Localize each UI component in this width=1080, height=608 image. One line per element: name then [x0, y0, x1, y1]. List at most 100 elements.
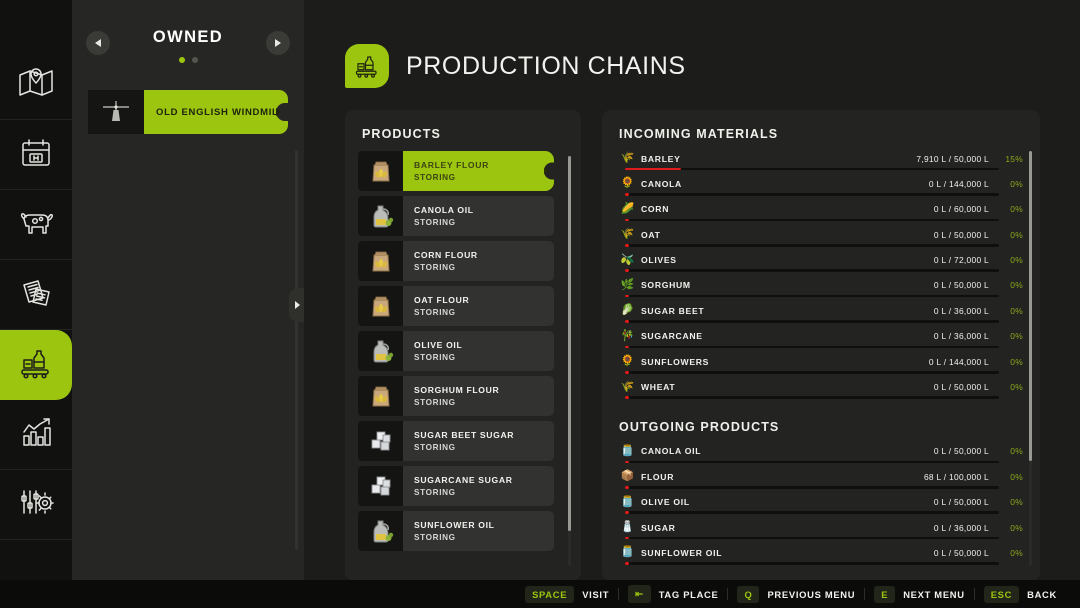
material-amount: 0 L / 72,000 L: [933, 255, 989, 266]
product-list-item[interactable]: CORN FLOUR STORING: [358, 241, 554, 281]
materials-scrollbar-thumb[interactable]: [1029, 151, 1032, 461]
action-hint[interactable]: ESC BACK: [975, 585, 1066, 603]
sidebar-item-statistics[interactable]: [0, 400, 72, 470]
materials-scrollbar[interactable]: [1029, 151, 1032, 566]
products-scrollbar-thumb[interactable]: [568, 156, 571, 531]
product-state: STORING: [414, 218, 456, 227]
product-state: STORING: [414, 353, 456, 362]
material-percent: 0%: [1010, 446, 1023, 457]
outgoing-title: OUTGOING PRODUCTS: [619, 419, 780, 434]
material-row[interactable]: 🌻 CANOLA 0 L / 144,000 L 0%: [619, 174, 1023, 199]
sidebar-item-animals[interactable]: [0, 190, 72, 260]
material-row[interactable]: 📦 FLOUR 68 L / 100,000 L 0%: [619, 467, 1023, 492]
material-progress-track: [625, 243, 999, 247]
material-row[interactable]: 🌾 OAT 0 L / 50,000 L 0%: [619, 225, 1023, 250]
material-progress-fill: [625, 536, 629, 540]
action-hint[interactable]: E NEXT MENU: [865, 585, 973, 603]
hint-key: E: [874, 585, 896, 603]
material-row[interactable]: 🌾 WHEAT 0 L / 50,000 L 0%: [619, 378, 1023, 403]
product-item-body: OLIVE OIL STORING: [403, 331, 554, 371]
product-list-item[interactable]: SUNFLOWER OIL STORING: [358, 511, 554, 551]
product-list-item[interactable]: SUGARCANE SUGAR STORING: [358, 466, 554, 506]
material-name: CANOLA: [641, 178, 682, 189]
product-list-item[interactable]: BARLEY FLOUR STORING: [358, 151, 554, 191]
owned-panel-expander[interactable]: [289, 288, 305, 322]
list-item[interactable]: OLD ENGLISH WINDMILL: [88, 90, 288, 134]
material-progress-fill: [625, 511, 629, 515]
action-hint[interactable]: ⇤ TAG PLACE: [619, 585, 727, 603]
material-row-top: 🫙 CANOLA OIL 0 L / 50,000 L 0%: [619, 442, 1023, 461]
product-list-item[interactable]: OLIVE OIL STORING: [358, 331, 554, 371]
barley-icon: 🌾: [620, 152, 635, 164]
material-amount: 0 L / 144,000 L: [928, 356, 989, 367]
material-name: BARLEY: [641, 153, 681, 164]
product-state: STORING: [414, 308, 456, 317]
materials-panel: INCOMING MATERIALS 🌾 BARLEY 7,910 L / 50,0…: [602, 110, 1040, 581]
sidebar-item-settings[interactable]: [0, 470, 72, 540]
sidebar-item-production[interactable]: [0, 330, 82, 400]
page-dot[interactable]: [178, 57, 185, 63]
page-dot[interactable]: [191, 57, 198, 63]
action-hint[interactable]: SPACE VISIT: [516, 585, 618, 603]
chevron-right-icon: [294, 301, 300, 309]
material-progress-fill: [625, 562, 629, 565]
material-row[interactable]: 🧂 SUGAR 0 L / 36,000 L 0%: [619, 518, 1023, 543]
material-progress-fill: [625, 396, 629, 399]
material-row-top: 🌽 CORN 0 L / 60,000 L 0%: [619, 200, 1023, 219]
sugarbeet-icon: 🥬: [620, 304, 635, 317]
product-list-item[interactable]: SORGHUM FLOUR STORING: [358, 376, 554, 416]
material-progress-track: [625, 511, 999, 515]
product-item-body: BARLEY FLOUR STORING: [403, 151, 554, 191]
owned-item-label: OLD ENGLISH WINDMILL: [156, 106, 286, 118]
action-bar: SPACE VISIT ⇤ TAG PLACE Q PREVIOUS MENU E NEXT …: [0, 580, 1080, 608]
material-progress-track: [625, 370, 999, 374]
material-row[interactable]: 🌾 BARLEY 7,910 L / 50,000 L 15%: [619, 149, 1023, 174]
product-list-item[interactable]: CANOLA OIL STORING: [358, 196, 554, 236]
sidebar-item-map[interactable]: [0, 50, 72, 120]
material-row[interactable]: 🌿 SORGHUM 0 L / 50,000 L 0%: [619, 276, 1023, 301]
material-name: OLIVES: [641, 255, 677, 266]
hint-key: ESC: [983, 585, 1020, 603]
hint-key: SPACE: [525, 585, 575, 603]
material-row[interactable]: 🫙 OLIVE OIL 0 L / 50,000 L 0%: [619, 493, 1023, 518]
material-row-top: 🌻 CANOLA 0 L / 144,000 L 0%: [619, 174, 1023, 193]
olives-icon: 🫒: [620, 253, 635, 266]
hint-key: Q: [737, 585, 760, 603]
product-name: SUNFLOWER OIL: [414, 520, 495, 530]
material-row[interactable]: 🫙 CANOLA OIL 0 L / 50,000 L 0%: [619, 442, 1023, 467]
material-percent: 0%: [1010, 471, 1023, 482]
material-name: SORGHUM: [641, 280, 691, 291]
panels-row: PRODUCTS BARLEY FLOUR STORING CANOLA OIL ST…: [304, 88, 1080, 581]
rail-top-spacer: [0, 0, 72, 50]
material-row[interactable]: 🫙 SUNFLOWER OIL 0 L / 50,000 L 0%: [619, 543, 1023, 568]
owned-scrollbar[interactable]: [295, 150, 298, 550]
material-percent: 0%: [1010, 497, 1023, 508]
material-amount: 7,910 L / 50,000 L: [916, 153, 989, 164]
product-name: OAT FLOUR: [414, 295, 470, 305]
flour-sack-icon: 📦: [620, 470, 635, 483]
material-row[interactable]: 🌽 CORN 0 L / 60,000 L 0%: [619, 200, 1023, 225]
chevron-right-icon: [276, 108, 281, 116]
product-list-item[interactable]: SUGAR BEET SUGAR STORING: [358, 421, 554, 461]
products-scrollbar[interactable]: [568, 156, 571, 566]
owned-next-button[interactable]: [266, 31, 290, 55]
action-hint[interactable]: Q PREVIOUS MENU: [728, 585, 864, 603]
owned-prev-button[interactable]: [86, 31, 110, 55]
products-panel: PRODUCTS BARLEY FLOUR STORING CANOLA OIL ST…: [345, 110, 581, 581]
production-icon: [16, 343, 56, 388]
chevron-right-icon: [275, 39, 281, 47]
hint-action: VISIT: [582, 588, 610, 600]
sidebar-item-contracts[interactable]: [0, 260, 72, 330]
sidebar-item-calendar[interactable]: [0, 120, 72, 190]
owned-header: OWNED: [72, 0, 304, 74]
product-state: STORING: [414, 488, 456, 497]
hint-key: ⇤: [628, 585, 651, 603]
owned-page-dots: [72, 57, 304, 63]
material-row[interactable]: 🫒 OLIVES 0 L / 72,000 L 0%: [619, 251, 1023, 276]
material-row[interactable]: 🎋 SUGARCANE 0 L / 36,000 L 0%: [619, 327, 1023, 352]
material-row[interactable]: 🌻 SUNFLOWERS 0 L / 144,000 L 0%: [619, 352, 1023, 377]
material-row[interactable]: 🥬 SUGAR BEET 0 L / 36,000 L 0%: [619, 301, 1023, 326]
material-amount: 0 L / 50,000 L: [933, 280, 989, 291]
material-amount: 0 L / 50,000 L: [933, 382, 989, 393]
product-list-item[interactable]: OAT FLOUR STORING: [358, 286, 554, 326]
